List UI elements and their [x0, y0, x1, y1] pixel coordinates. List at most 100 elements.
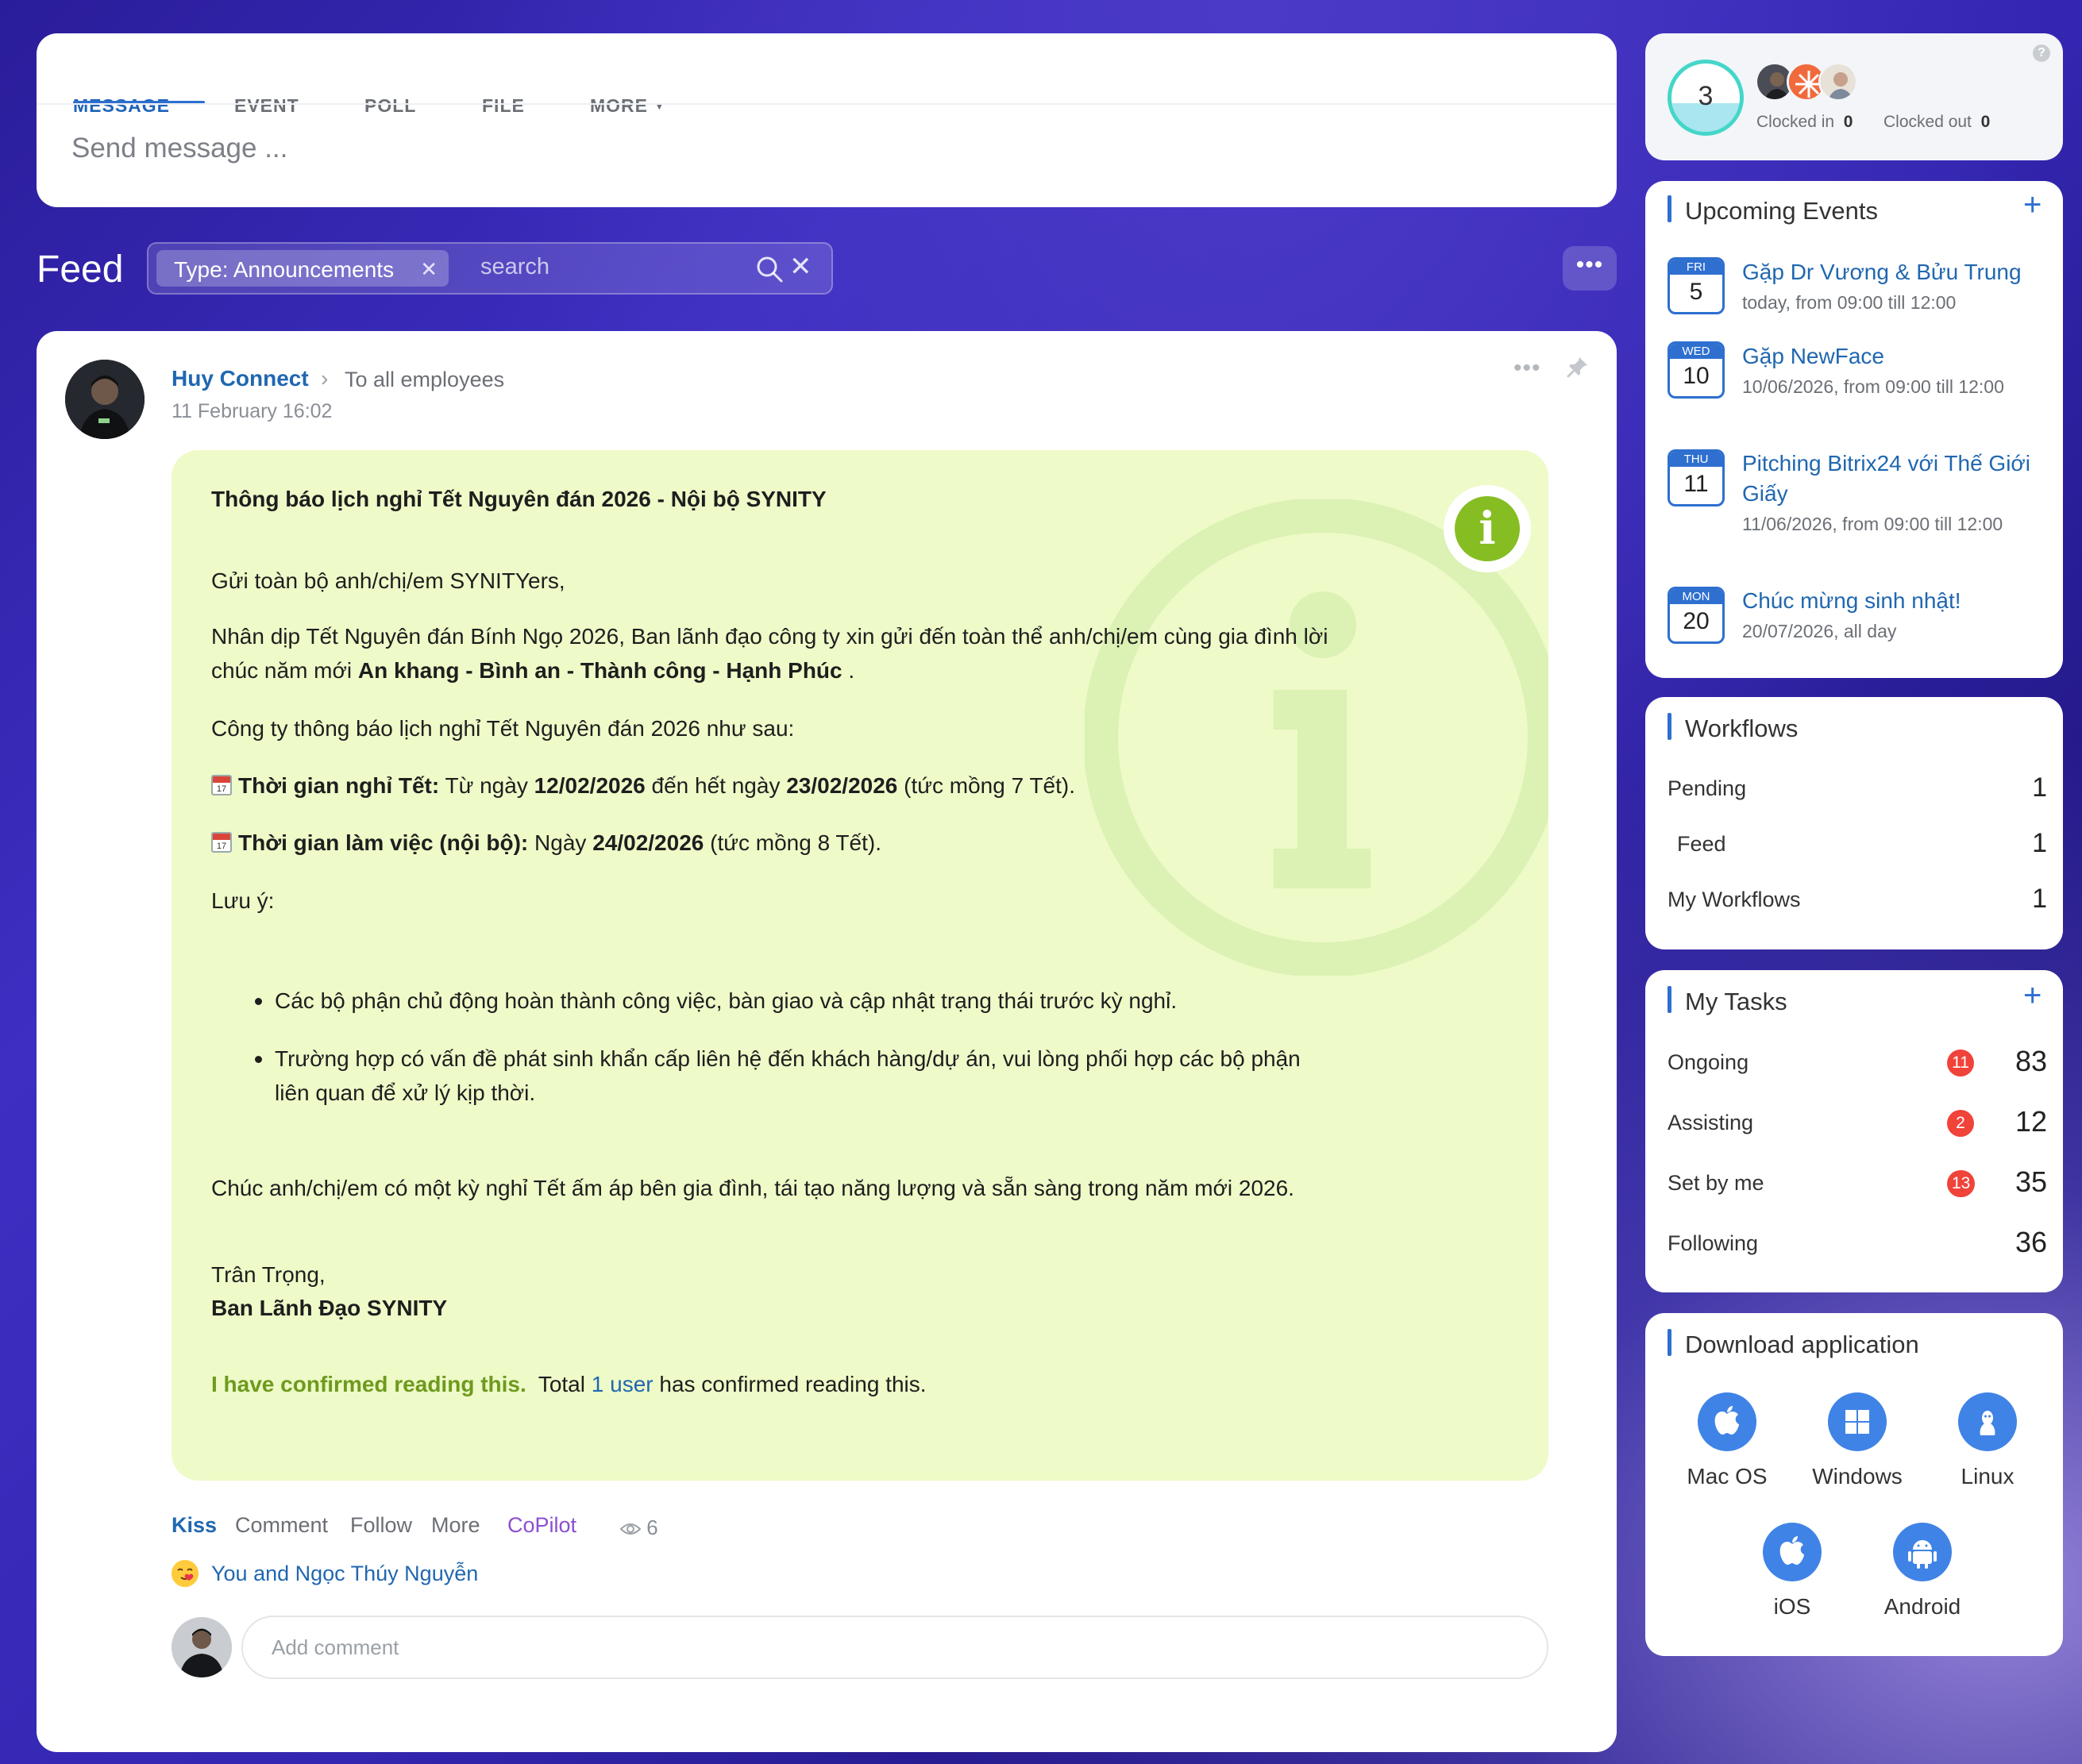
- tasks-title[interactable]: My Tasks: [1685, 988, 1787, 1016]
- event-time: today, from 09:00 till 12:00: [1742, 292, 1957, 313]
- workflows-title[interactable]: Workflows: [1685, 714, 1798, 743]
- work-line: 17 Thời gian làm việc (nội bộ): Ngày 24/0…: [211, 826, 1339, 860]
- filter-search-placeholder[interactable]: search: [480, 254, 549, 280]
- remove-filter-icon[interactable]: ✕: [420, 257, 438, 282]
- event-time: 11/06/2026, from 09:00 till 12:00: [1742, 514, 2003, 534]
- announcement-greeting: Gửi toàn bộ anh/chị/em SYNITYers,: [211, 568, 565, 593]
- workflow-row-value[interactable]: 1: [2018, 884, 2047, 915]
- author-avatar[interactable]: [65, 360, 145, 439]
- clock-counter[interactable]: 3: [1668, 60, 1744, 136]
- download-ios[interactable]: iOS: [1733, 1523, 1852, 1620]
- feed-title: Feed: [37, 248, 124, 291]
- more-button[interactable]: More: [431, 1513, 480, 1538]
- tab-poll[interactable]: POLL: [364, 95, 416, 117]
- filter-chip[interactable]: Type: Announcements ✕: [156, 250, 449, 287]
- task-row-label[interactable]: Set by me: [1668, 1171, 1764, 1196]
- confirm-total-label: Total: [538, 1372, 585, 1396]
- help-icon[interactable]: ?: [2033, 44, 2050, 62]
- schedule-intro: Công ty thông báo lịch nghỉ Tết Nguyên đ…: [211, 716, 795, 741]
- event-day: 11: [1683, 471, 1709, 497]
- post-recipient[interactable]: To all employees: [345, 368, 504, 392]
- search-icon[interactable]: [755, 255, 784, 283]
- list-item: Trường hợp có vấn đề phát sinh khẩn cấp …: [211, 1042, 1339, 1110]
- clear-search-icon[interactable]: ✕: [789, 251, 812, 283]
- announcement-block: i Thông báo lịch nghỉ Tết Nguyên đán 202…: [172, 450, 1548, 1481]
- confirm-reading-button[interactable]: I have confirmed reading this.: [211, 1372, 526, 1396]
- event-time: 10/06/2026, from 09:00 till 12:00: [1742, 376, 2004, 397]
- holiday-text-2: đến hết ngày: [651, 773, 781, 798]
- workflow-row-value[interactable]: 1: [2018, 828, 2047, 859]
- reaction-users[interactable]: You and Ngọc Thúy Nguyễn: [211, 1562, 478, 1586]
- post-menu-icon[interactable]: •••: [1513, 355, 1541, 382]
- event-day: 10: [1683, 363, 1710, 389]
- message-input[interactable]: [71, 133, 1501, 164]
- task-row-label[interactable]: Assisting: [1668, 1111, 1753, 1135]
- event-date-badge: FRI 5: [1668, 257, 1725, 314]
- download-label: iOS: [1773, 1594, 1811, 1619]
- tab-event[interactable]: EVENT: [234, 95, 299, 117]
- event-title[interactable]: Gặp Dr Vương & Bửu Trung: [1742, 257, 2048, 287]
- feed-options-button[interactable]: •••: [1563, 246, 1617, 291]
- comment-button[interactable]: Comment: [235, 1513, 328, 1538]
- add-event-icon[interactable]: +: [2023, 187, 2042, 223]
- kiss-emoji-icon: [172, 1560, 199, 1587]
- event-title[interactable]: Chúc mừng sinh nhật!: [1742, 586, 2048, 616]
- section-accent: [1668, 1329, 1671, 1356]
- task-count[interactable]: 36: [1987, 1226, 2047, 1259]
- copilot-button[interactable]: CoPilot: [507, 1513, 576, 1538]
- workflow-row-value[interactable]: 1: [2018, 772, 2047, 803]
- follow-button[interactable]: Follow: [350, 1513, 412, 1538]
- holiday-end: 23/02/2026: [786, 773, 898, 798]
- views-count: 6: [646, 1516, 658, 1539]
- section-accent: [1668, 986, 1671, 1013]
- info-icon: i: [1455, 496, 1520, 561]
- composer-divider: [37, 103, 1617, 105]
- download-windows[interactable]: Windows: [1798, 1392, 1917, 1489]
- task-count[interactable]: 12: [1987, 1105, 2047, 1138]
- task-row-label[interactable]: Ongoing: [1668, 1050, 1748, 1075]
- post-date[interactable]: 11 February 16:02: [172, 400, 332, 423]
- confirmed-users-link[interactable]: 1 user: [592, 1372, 654, 1396]
- event-time: 20/07/2026, all day: [1742, 621, 1897, 641]
- author-name[interactable]: Huy Connect: [172, 366, 309, 391]
- event-weekday: MON: [1670, 589, 1722, 604]
- events-title[interactable]: Upcoming Events: [1685, 197, 1878, 225]
- event-title[interactable]: Pitching Bitrix24 với Thế Giới Giấy: [1742, 449, 2048, 509]
- task-count[interactable]: 35: [1987, 1165, 2047, 1199]
- avatar[interactable]: [1818, 62, 1858, 102]
- feed-filter[interactable]: Type: Announcements ✕ search ✕: [147, 242, 833, 295]
- announcement-intro: Nhân dịp Tết Nguyên đán Bính Ngọ 2026, B…: [211, 619, 1355, 687]
- event-title[interactable]: Gặp NewFace: [1742, 341, 2048, 372]
- holiday-text-3: (tức mồng 7 Tết).: [904, 773, 1076, 798]
- tab-more[interactable]: MORE ▼: [590, 95, 665, 117]
- section-accent: [1668, 195, 1671, 222]
- workflow-row-label[interactable]: Feed: [1677, 832, 1726, 857]
- tab-file[interactable]: FILE: [482, 95, 525, 117]
- download-linux[interactable]: Linux: [1928, 1392, 2047, 1489]
- workflow-row-label[interactable]: My Workflows: [1668, 888, 1801, 912]
- views-counter[interactable]: 6: [620, 1516, 658, 1540]
- holiday-line: 17 Thời gian nghỉ Tết: Từ ngày 12/02/2026…: [211, 768, 1339, 803]
- add-task-icon[interactable]: +: [2023, 978, 2042, 1014]
- kiss-button[interactable]: Kiss: [172, 1513, 217, 1538]
- clocked-in-stat[interactable]: Clocked in 0: [1756, 113, 1853, 132]
- holiday-label: Thời gian nghỉ Tết:: [238, 773, 440, 798]
- caret-down-icon: ▼: [654, 99, 666, 112]
- linux-icon: [1958, 1392, 2017, 1451]
- workflow-row-label[interactable]: Pending: [1668, 776, 1746, 801]
- add-comment-input[interactable]: [241, 1616, 1548, 1679]
- event-date-badge: WED 10: [1668, 341, 1725, 399]
- download-android[interactable]: Android: [1863, 1523, 1982, 1620]
- clocked-out-stat[interactable]: Clocked out 0: [1883, 113, 1990, 132]
- event-weekday: THU: [1670, 452, 1722, 467]
- tab-message[interactable]: MESSAGE: [73, 95, 170, 117]
- event-date-badge: THU 11: [1668, 449, 1725, 506]
- download-macos[interactable]: Mac OS: [1668, 1392, 1787, 1489]
- task-row-label[interactable]: Following: [1668, 1231, 1758, 1256]
- download-label: Android: [1883, 1594, 1961, 1619]
- download-app-widget: Download application Mac OS Windows Linu…: [1645, 1313, 2063, 1656]
- task-count[interactable]: 83: [1987, 1045, 2047, 1078]
- holiday-text-1: Từ ngày: [445, 773, 528, 798]
- calendar-icon: 17: [211, 775, 232, 795]
- pin-icon[interactable]: [1566, 355, 1590, 379]
